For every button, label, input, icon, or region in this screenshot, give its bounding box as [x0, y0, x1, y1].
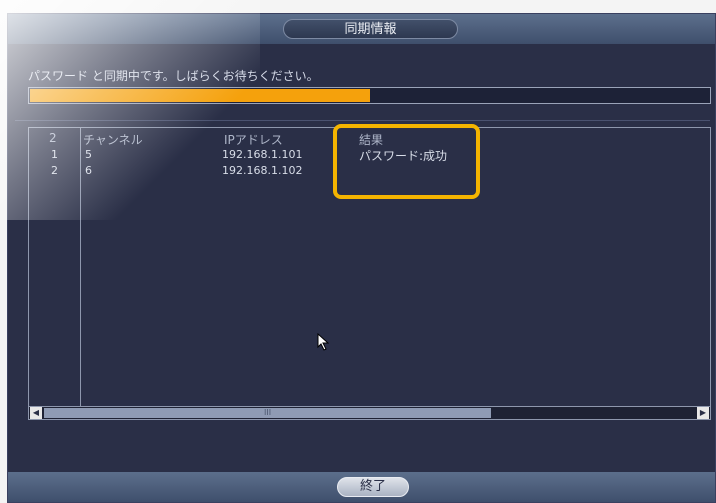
row-number: 1 — [51, 148, 58, 161]
horizontal-scrollbar[interactable]: ◀ III ▶ — [29, 406, 710, 419]
divider — [15, 120, 710, 121]
scroll-grip: III — [264, 408, 272, 417]
scroll-thumb[interactable]: III — [44, 408, 491, 418]
mouse-cursor-icon — [317, 333, 329, 351]
bottom-bar: 終了 — [8, 472, 715, 502]
ip-cell: 192.168.1.101 — [222, 148, 303, 161]
row-count-header: 2 — [49, 131, 57, 145]
sync-message: パスワード と同期中です。しばらくお待ちください。 — [28, 69, 319, 83]
dialog-title: 同期情報 — [283, 19, 458, 39]
progress-fill — [30, 89, 370, 102]
title-bar: 同期情報 — [8, 14, 715, 44]
header-ip-address[interactable]: IPアドレス — [224, 131, 283, 148]
header-channel[interactable]: チャンネル — [83, 131, 143, 148]
result-highlight-box — [333, 124, 480, 199]
channel-cell: 6 — [85, 164, 92, 177]
column-divider — [80, 128, 81, 406]
sync-info-dialog: 同期情報 パスワード と同期中です。しばらくお待ちください。 2 チャンネル I… — [7, 13, 716, 503]
channel-cell: 5 — [85, 148, 92, 161]
ip-cell: 192.168.1.102 — [222, 164, 303, 177]
row-number: 2 — [51, 164, 58, 177]
scroll-right-icon[interactable]: ▶ — [697, 407, 709, 419]
end-button[interactable]: 終了 — [337, 477, 409, 497]
sync-progress-bar — [28, 87, 711, 104]
scroll-left-icon[interactable]: ◀ — [30, 407, 42, 419]
